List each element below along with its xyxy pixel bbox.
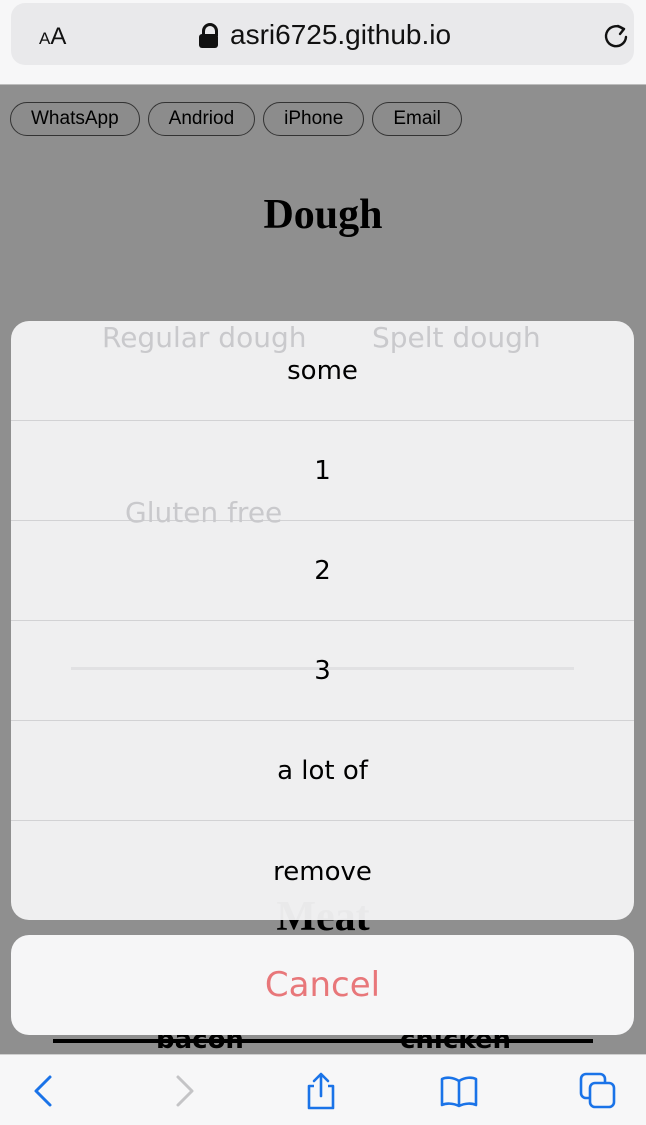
option-a-lot-of[interactable]: a lot of bbox=[11, 721, 634, 821]
nav-button-row: WhatsApp Andriod iPhone Email bbox=[10, 102, 462, 136]
dough-option-gluten-free: Gluten free bbox=[125, 496, 283, 529]
iphone-button[interactable]: iPhone bbox=[263, 102, 365, 136]
section-title-dough: Dough bbox=[263, 192, 383, 238]
android-button[interactable]: Andriod bbox=[147, 102, 256, 136]
option-1[interactable]: 1 bbox=[11, 421, 634, 521]
browser-toolbar bbox=[0, 1054, 646, 1125]
dough-option-regular: Regular dough bbox=[102, 321, 307, 354]
forward-icon[interactable] bbox=[164, 1071, 204, 1111]
browser-address-bar: AA asri6725.github.io bbox=[0, 0, 646, 85]
text-size-button[interactable]: AA bbox=[39, 23, 66, 51]
option-3[interactable]: 3 bbox=[11, 621, 634, 721]
dough-option-spelt: Spelt dough bbox=[372, 321, 541, 354]
email-button[interactable]: Email bbox=[372, 102, 462, 136]
lock-icon bbox=[198, 23, 220, 48]
cancel-button[interactable]: Cancel bbox=[11, 935, 634, 1035]
url-text: asri6725.github.io bbox=[230, 19, 452, 50]
url-field[interactable]: AA asri6725.github.io bbox=[11, 3, 634, 65]
reload-icon[interactable] bbox=[601, 21, 631, 51]
divider bbox=[53, 1039, 593, 1043]
tabs-icon[interactable] bbox=[578, 1071, 618, 1111]
option-remove[interactable]: remove bbox=[11, 821, 634, 920]
bookmarks-icon[interactable] bbox=[439, 1071, 479, 1111]
back-icon[interactable] bbox=[24, 1071, 64, 1111]
whatsapp-button[interactable]: WhatsApp bbox=[10, 102, 140, 136]
quantity-action-sheet: Regular dough Spelt dough Gluten free so… bbox=[11, 321, 634, 920]
share-icon[interactable] bbox=[301, 1071, 341, 1111]
option-2[interactable]: 2 bbox=[11, 521, 634, 621]
